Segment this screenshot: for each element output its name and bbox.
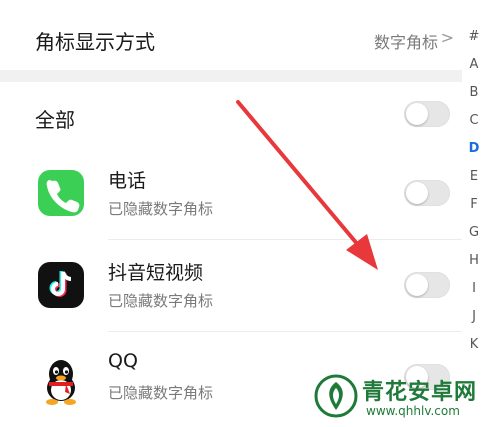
- index-letter[interactable]: J: [462, 308, 486, 336]
- watermark-url: www.qhhlv.com: [366, 404, 460, 418]
- app-row-phone: 电话 已隐藏数字角标: [0, 148, 462, 240]
- index-letter[interactable]: H: [462, 252, 486, 280]
- toggle-knob: [406, 182, 428, 204]
- index-letter[interactable]: G: [462, 224, 486, 252]
- douyin-app-icon: [38, 262, 84, 308]
- index-letter[interactable]: B: [462, 84, 486, 112]
- toggle-knob: [406, 274, 428, 296]
- app-badge-status: 已隐藏数字角标: [108, 384, 214, 402]
- badge-display-mode-label: 角标显示方式: [35, 30, 155, 54]
- badge-display-mode-value: 数字角标: [373, 33, 438, 52]
- phone-app-icon: [38, 170, 84, 216]
- douyin-badge-toggle[interactable]: [404, 272, 450, 298]
- index-letter[interactable]: I: [462, 280, 486, 308]
- toggle-knob: [406, 103, 428, 125]
- badge-display-mode-row[interactable]: 角标显示方式 数字角标 >: [0, 0, 462, 76]
- section-separator: [0, 70, 462, 82]
- phone-badge-toggle[interactable]: [404, 180, 450, 206]
- all-apps-label: 全部: [35, 108, 75, 132]
- index-letter[interactable]: #: [462, 28, 486, 56]
- alphabet-index-bar[interactable]: # A B C D E F G H I J K: [462, 28, 486, 364]
- app-row-douyin: 抖音短视频 已隐藏数字角标: [0, 240, 462, 332]
- index-letter[interactable]: K: [462, 336, 486, 364]
- index-letter[interactable]: A: [462, 56, 486, 84]
- app-name: 抖音短视频: [108, 262, 204, 284]
- index-letter[interactable]: C: [462, 112, 486, 140]
- all-apps-row: 全部: [0, 82, 462, 148]
- chevron-right-icon: >: [440, 28, 454, 47]
- index-letter[interactable]: F: [462, 196, 486, 224]
- app-name: 电话: [108, 170, 147, 192]
- qq-app-icon: [38, 354, 84, 405]
- index-letter[interactable]: E: [462, 168, 486, 196]
- all-apps-toggle[interactable]: [404, 101, 450, 127]
- app-badge-status: 已隐藏数字角标: [108, 292, 214, 310]
- watermark-title: 青花安卓网: [362, 380, 478, 405]
- app-name: QQ: [108, 350, 138, 372]
- site-watermark: 青花安卓网 www.qhhlv.com: [312, 372, 498, 424]
- watermark-logo-icon: [314, 374, 358, 418]
- index-letter[interactable]: D: [462, 140, 486, 168]
- app-badge-status: 已隐藏数字角标: [108, 200, 214, 218]
